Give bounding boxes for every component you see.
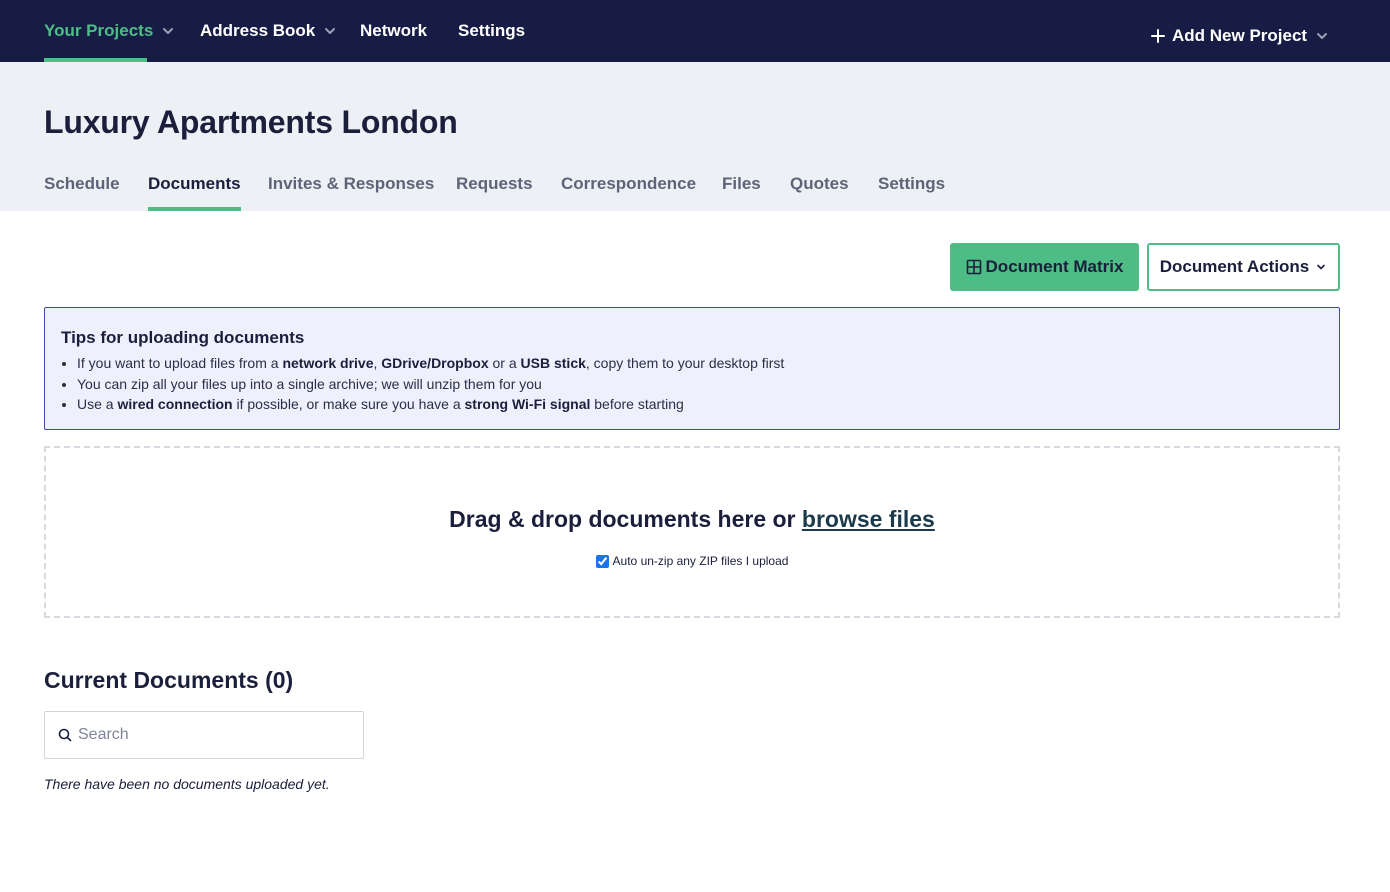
current-documents-heading: Current Documents (0)	[44, 667, 294, 693]
auto-unzip-label: Auto un-zip any ZIP files I upload	[612, 554, 789, 568]
search-input[interactable]	[78, 726, 338, 744]
document-search	[44, 711, 364, 759]
tab-requests[interactable]: Requests	[456, 162, 533, 211]
document-matrix-label: Document Matrix	[985, 257, 1124, 276]
nav-item-label: Your Projects	[44, 21, 154, 40]
project-tabs: Schedule Documents Invites & Responses R…	[0, 162, 1390, 211]
page-title: Luxury Apartments London	[44, 104, 458, 140]
tips-list: If you want to upload files from a netwo…	[77, 353, 784, 415]
chevron-down-icon	[323, 24, 337, 38]
top-nav: Your Projects Address Book Network Setti…	[0, 0, 1390, 62]
add-new-project-label: Add New Project	[1172, 26, 1308, 45]
plus-icon	[1150, 28, 1166, 44]
nav-item-label: Settings	[458, 21, 526, 40]
browse-files-link[interactable]: browse files	[802, 506, 935, 532]
tip-item: Use a wired connection if possible, or m…	[77, 394, 784, 415]
tips-title: Tips for uploading documents	[61, 328, 305, 347]
document-actions-label: Document Actions	[1159, 257, 1310, 276]
tip-item: If you want to upload files from a netwo…	[77, 353, 784, 374]
tip-item: You can zip all your files up into a sin…	[77, 374, 784, 395]
nav-item-label: Network	[360, 21, 428, 40]
tab-quotes[interactable]: Quotes	[790, 162, 849, 211]
nav-item-network[interactable]: Network	[360, 0, 427, 62]
tab-correspondence[interactable]: Correspondence	[561, 162, 696, 211]
empty-documents-message: There have been no documents uploaded ye…	[44, 776, 330, 792]
dropzone-text: Drag & drop documents here or browse fil…	[449, 506, 935, 532]
upload-tips-box: Tips for uploading documents If you want…	[44, 307, 1340, 430]
chevron-down-icon	[1315, 29, 1329, 43]
document-actions-button[interactable]: Document Actions	[1147, 243, 1340, 291]
auto-unzip-checkbox[interactable]	[595, 554, 609, 568]
project-header: Luxury Apartments London Schedule Docume…	[0, 62, 1390, 211]
search-icon	[58, 728, 72, 742]
chevron-down-icon	[1315, 261, 1327, 273]
tab-invites-responses[interactable]: Invites & Responses	[268, 162, 434, 211]
auto-unzip-row: Auto un-zip any ZIP files I upload	[46, 554, 1338, 568]
document-matrix-button[interactable]: Document Matrix	[950, 243, 1139, 291]
tab-documents[interactable]: Documents	[148, 162, 241, 211]
nav-item-your-projects[interactable]: Your Projects	[44, 0, 175, 62]
nav-item-address-book[interactable]: Address Book	[200, 0, 337, 62]
grid-icon	[966, 259, 982, 275]
chevron-down-icon	[161, 24, 175, 38]
document-dropzone[interactable]: Drag & drop documents here or browse fil…	[44, 446, 1340, 618]
tab-schedule[interactable]: Schedule	[44, 162, 120, 211]
tab-files[interactable]: Files	[722, 162, 761, 211]
tab-settings[interactable]: Settings	[878, 162, 945, 211]
nav-item-label: Address Book	[200, 21, 316, 40]
nav-item-settings[interactable]: Settings	[458, 0, 525, 62]
